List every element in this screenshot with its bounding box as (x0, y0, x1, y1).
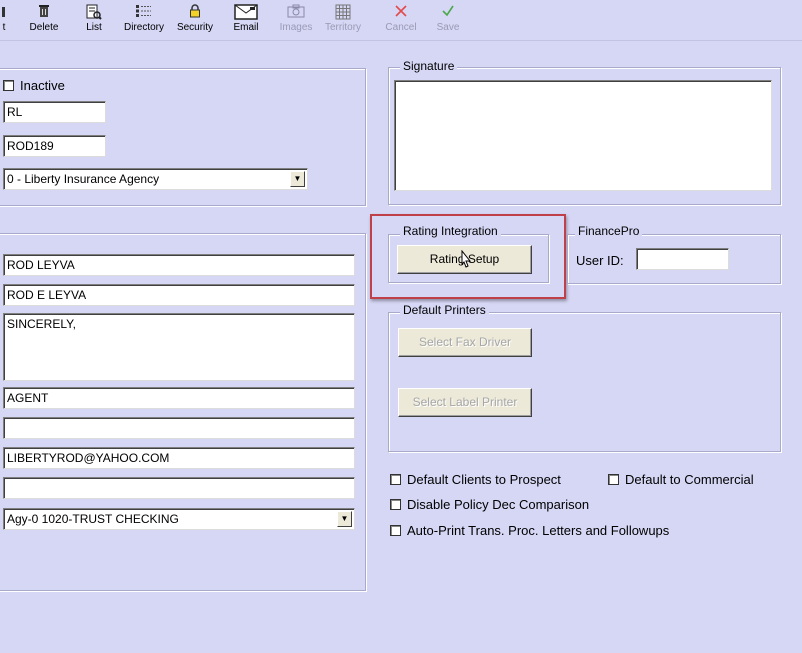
signature-legend: Signature (400, 59, 458, 73)
toolbar-cut-button[interactable]: t (0, 4, 8, 38)
directory-icon (122, 4, 166, 22)
signature-box[interactable] (394, 80, 772, 191)
email-field[interactable]: LIBERTYROD@YAHOO.COM (3, 447, 355, 469)
default-clients-prospect-label: Default Clients to Prospect (407, 472, 561, 487)
blank-field-2[interactable] (3, 477, 355, 499)
grid-icon (322, 4, 364, 22)
email-button[interactable]: Email (228, 4, 264, 38)
chevron-down-icon[interactable]: ▼ (337, 511, 352, 527)
user-id-label: User ID: (576, 253, 624, 268)
checkbox-box[interactable] (608, 474, 619, 485)
title-field[interactable]: AGENT (3, 387, 355, 409)
checkbox-box[interactable] (390, 499, 401, 510)
highlight-box (370, 214, 566, 299)
financepro-legend: FinancePro (575, 224, 643, 238)
security-button[interactable]: Security (174, 4, 216, 38)
select-label-printer-button[interactable]: Select Label Printer (398, 388, 532, 417)
save-button[interactable]: Save (432, 4, 464, 38)
inactive-label: Inactive (20, 78, 65, 93)
default-clients-prospect-checkbox[interactable]: Default Clients to Prospect (390, 472, 561, 487)
blank-field-1[interactable] (3, 417, 355, 439)
name-field[interactable]: ROD LEYVA (3, 254, 355, 276)
agency-select-value: 0 - Liberty Insurance Agency (7, 172, 160, 186)
email-icon (228, 4, 264, 22)
cancel-x-icon (383, 4, 419, 22)
default-commercial-checkbox[interactable]: Default to Commercial (608, 472, 754, 487)
checkbox-box[interactable] (390, 474, 401, 485)
closing-textarea[interactable]: SINCERELY, (3, 313, 355, 381)
select-fax-driver-button[interactable]: Select Fax Driver (398, 328, 532, 357)
toolbar: t Delete List Directory Security Email I… (0, 0, 802, 40)
inactive-checkbox[interactable]: Inactive (3, 78, 65, 93)
full-name-field[interactable]: ROD E LEYVA (3, 284, 355, 306)
code-field[interactable]: RL (3, 101, 106, 123)
user-id-field[interactable] (636, 248, 729, 270)
lock-icon (174, 4, 216, 22)
auto-print-checkbox[interactable]: Auto-Print Trans. Proc. Letters and Foll… (390, 523, 669, 538)
territory-button[interactable]: Territory (322, 4, 364, 38)
agency-select[interactable]: 0 - Liberty Insurance Agency ▼ (3, 168, 308, 190)
default-printers-legend: Default Printers (400, 303, 489, 317)
disable-policy-dec-checkbox[interactable]: Disable Policy Dec Comparison (390, 497, 589, 512)
id-field[interactable]: ROD189 (3, 135, 106, 157)
trash-icon (22, 4, 66, 22)
toolbar-separator (0, 40, 802, 41)
delete-button[interactable]: Delete (22, 4, 66, 38)
cut-icon (0, 4, 8, 22)
chevron-down-icon[interactable]: ▼ (290, 171, 305, 187)
directory-button[interactable]: Directory (122, 4, 166, 38)
camera-icon (277, 4, 315, 22)
disable-policy-dec-label: Disable Policy Dec Comparison (407, 497, 590, 512)
inactive-checkbox-box[interactable] (3, 80, 14, 91)
cancel-button[interactable]: Cancel (383, 4, 419, 38)
account-select-value: Agy-0 1020-TRUST CHECKING (7, 512, 179, 526)
account-select[interactable]: Agy-0 1020-TRUST CHECKING ▼ (3, 508, 355, 530)
list-search-icon (77, 4, 111, 22)
checkmark-icon (432, 4, 464, 22)
auto-print-label: Auto-Print Trans. Proc. Letters and Foll… (407, 523, 670, 538)
checkbox-box[interactable] (390, 525, 401, 536)
images-button[interactable]: Images (277, 4, 315, 38)
list-button[interactable]: List (77, 4, 111, 38)
default-commercial-label: Default to Commercial (625, 472, 754, 487)
